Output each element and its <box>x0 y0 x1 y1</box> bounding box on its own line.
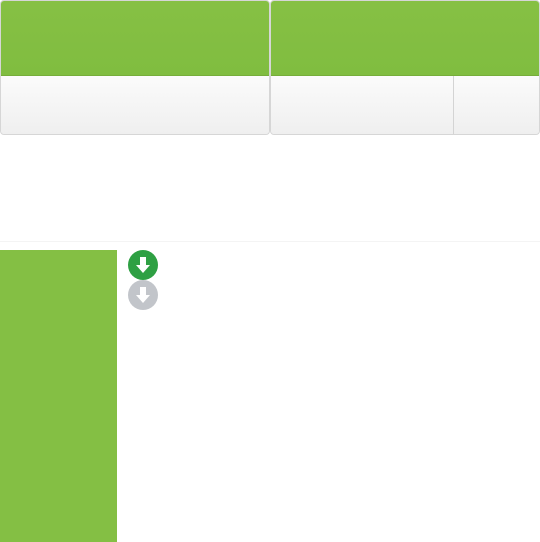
card-cell-secondary <box>454 76 539 134</box>
download-button-inactive[interactable] <box>128 280 158 310</box>
card-body <box>271 76 539 134</box>
card-header <box>271 1 539 76</box>
card-cell <box>1 76 269 134</box>
download-arrow-icon <box>128 280 158 310</box>
card-cell-primary <box>271 76 454 134</box>
card-header <box>1 1 269 76</box>
summary-card-left <box>0 0 270 135</box>
summary-card-right <box>270 0 540 135</box>
section-divider <box>0 241 540 242</box>
sidebar-panel <box>0 250 117 542</box>
download-arrow-icon <box>128 250 158 280</box>
download-button-active[interactable] <box>128 250 158 280</box>
page <box>0 0 540 542</box>
card-body <box>1 76 269 134</box>
